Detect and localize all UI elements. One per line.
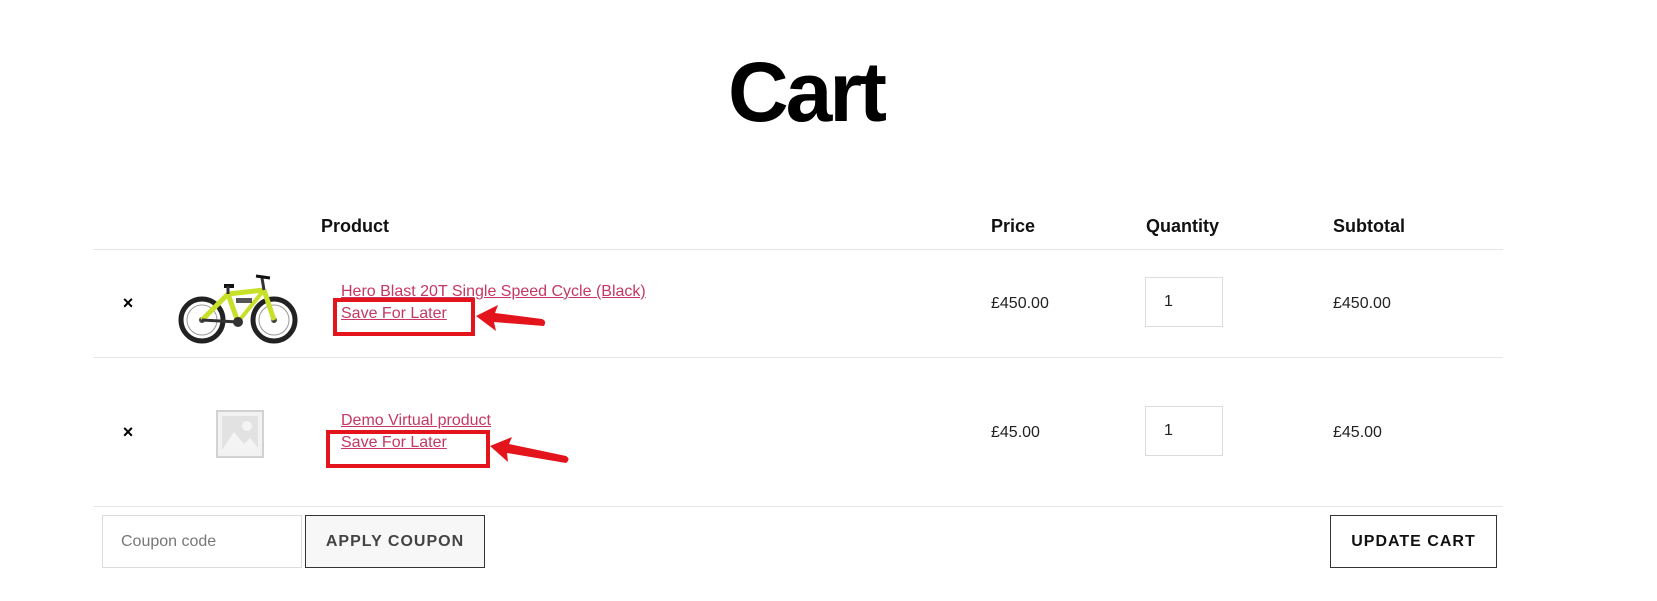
table-divider	[93, 249, 1503, 250]
item-subtotal: £450.00	[1333, 295, 1391, 312]
product-column-header: Product	[321, 216, 390, 236]
table-divider	[93, 506, 1503, 507]
product-name-link[interactable]: Demo Virtual product	[341, 412, 491, 430]
annotation-arrow-icon	[476, 305, 546, 331]
placeholder-image-icon[interactable]	[216, 410, 264, 458]
subtotal-column-header: Subtotal	[1333, 216, 1405, 236]
quantity-column-header: Quantity	[1146, 216, 1220, 236]
table-divider	[93, 357, 1503, 358]
remove-item-button[interactable]: ×	[116, 420, 140, 444]
apply-coupon-button[interactable]: APPLY COUPON	[305, 515, 485, 568]
item-price: £45.00	[991, 424, 1040, 441]
remove-item-button[interactable]: ×	[116, 291, 140, 315]
annotation-highlight-box	[326, 430, 490, 468]
quantity-input[interactable]	[1145, 406, 1223, 456]
price-column-header: Price	[991, 216, 1036, 236]
item-price: £450.00	[991, 295, 1049, 312]
annotation-arrow-icon	[490, 437, 569, 463]
annotation-highlight-box	[333, 298, 475, 336]
item-subtotal: £45.00	[1333, 424, 1382, 441]
update-cart-button[interactable]: UPDATE CART	[1330, 515, 1497, 568]
page-title: Cart	[727, 45, 887, 139]
bicycle-product-image[interactable]	[176, 268, 302, 346]
quantity-input[interactable]	[1145, 277, 1223, 327]
coupon-code-input[interactable]	[102, 515, 302, 568]
